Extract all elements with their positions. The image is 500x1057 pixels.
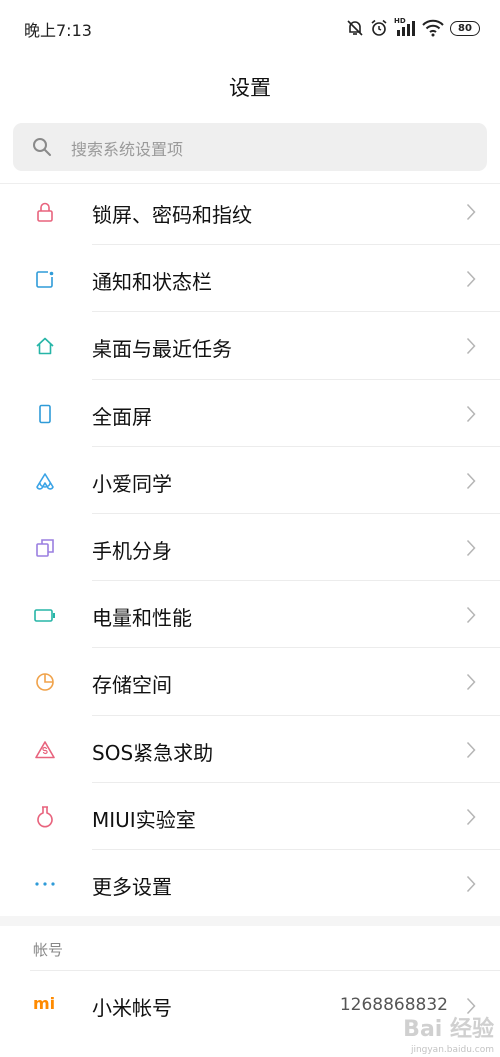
chevron-right-icon — [466, 607, 476, 624]
settings-item-label: 锁屏、密码和指纹 — [92, 203, 252, 227]
section-separator — [0, 916, 500, 926]
settings-item-miui-lab[interactable]: MIUI实验室 — [0, 783, 500, 850]
settings-item-notifications[interactable]: 通知和状态栏 — [0, 245, 500, 313]
chevron-right-icon — [466, 674, 476, 691]
settings-item-label: 手机分身 — [92, 538, 172, 563]
settings-item-second-space[interactable]: 手机分身 — [0, 514, 500, 582]
search-icon — [33, 138, 51, 156]
settings-item-full-screen[interactable]: 全面屏 — [0, 380, 500, 447]
lock-icon — [31, 198, 59, 226]
search-placeholder: 搜索系统设置项 — [71, 140, 184, 159]
chevron-right-icon — [466, 539, 476, 556]
chevron-right-icon — [466, 405, 476, 422]
settings-item-battery[interactable]: 电量和性能 — [0, 581, 500, 649]
settings-item-label: 小爱同学 — [92, 471, 172, 496]
settings-item-more[interactable]: 更多设置 — [0, 850, 500, 917]
home-icon — [31, 332, 59, 360]
status-icons: HD 80 — [346, 14, 480, 42]
chevron-right-icon — [466, 203, 476, 221]
search-input[interactable]: 搜索系统设置项 — [13, 123, 487, 171]
settings-item-label: 桌面与最近任务 — [92, 337, 232, 362]
settings-item-label: 电量和性能 — [92, 606, 192, 631]
page-title: 设置 — [229, 76, 271, 100]
mi-logo-icon: mi — [33, 994, 56, 1013]
settings-item-label: 通知和状态栏 — [92, 270, 212, 295]
divider — [30, 970, 500, 971]
settings-item-label: SOS紧急求助 — [92, 740, 214, 765]
more-dots-icon — [31, 870, 59, 898]
settings-item-storage[interactable]: 存储空间 — [0, 648, 500, 716]
alarm-icon — [371, 19, 387, 36]
settings-item-lock-screen[interactable]: 锁屏、密码和指纹 — [0, 178, 500, 246]
battery-indicator: 80 — [450, 20, 480, 36]
silent-bell-icon — [347, 20, 363, 36]
settings-item-xiaoai[interactable]: 小爱同学 — [0, 447, 500, 514]
chevron-right-icon — [466, 875, 476, 892]
chevron-right-icon — [466, 271, 476, 288]
lab-flask-icon — [31, 803, 59, 831]
signal-icon: HD — [394, 17, 416, 37]
chevron-right-icon — [466, 741, 476, 758]
settings-item-label: 更多设置 — [92, 874, 172, 899]
settings-item-label: MIUI实验室 — [92, 807, 196, 832]
settings-item-label: 存储空间 — [92, 673, 172, 698]
section-header-account: 帐号 — [33, 941, 64, 959]
settings-item-home-screen[interactable]: 桌面与最近任务 — [0, 312, 500, 380]
status-bar: 晚上7:13 HD 80 — [0, 0, 500, 56]
status-time: 晚上7:13 — [24, 21, 92, 40]
xiaoai-icon — [31, 467, 59, 495]
chevron-right-icon — [466, 338, 476, 355]
notification-icon — [31, 265, 59, 293]
phone-screen-icon — [31, 400, 59, 428]
watermark-url: jingyan.baidu.com — [410, 1045, 494, 1055]
sos-icon — [31, 736, 59, 764]
watermark-logo: Bai 经验 — [403, 1017, 494, 1042]
second-space-icon — [31, 534, 59, 562]
storage-pie-icon — [31, 668, 59, 696]
chevron-right-icon — [466, 472, 476, 489]
settings-item-label: 全面屏 — [92, 404, 152, 429]
battery-icon — [31, 601, 59, 629]
settings-list: 锁屏、密码和指纹 通知和状态栏 桌面与最近任务 全面屏 小爱同学 手机分身 电量… — [0, 178, 500, 917]
settings-item-sos[interactable]: SOS紧急求助 — [0, 716, 500, 783]
mi-account-label: 小米帐号 — [92, 996, 172, 1020]
wifi-icon — [422, 19, 444, 37]
chevron-right-icon — [466, 808, 476, 825]
